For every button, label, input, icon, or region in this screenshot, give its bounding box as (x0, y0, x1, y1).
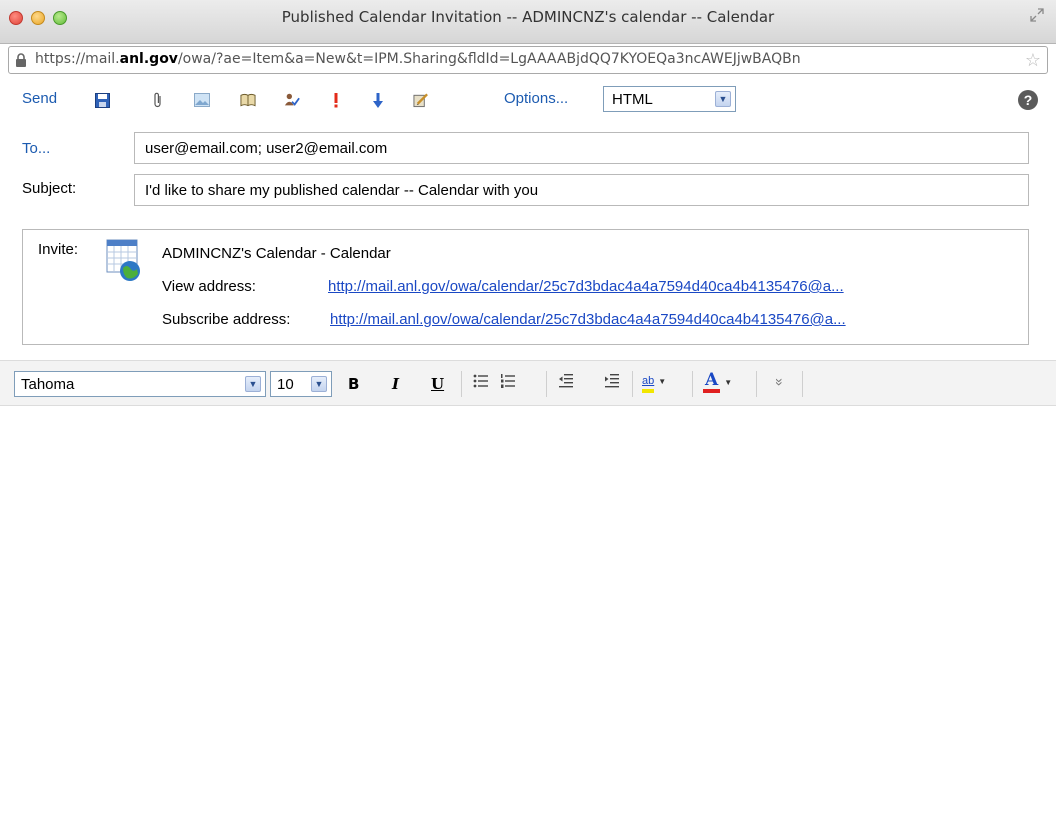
check-names-icon[interactable] (284, 92, 300, 108)
calendar-globe-icon (106, 239, 140, 281)
attach-icon[interactable] (150, 92, 166, 108)
spell-check-icon[interactable] (413, 92, 429, 108)
to-value: user@email.com; user2@email.com (145, 140, 388, 157)
italic-button[interactable]: I (392, 375, 399, 393)
url-domain: anl.gov (119, 51, 178, 67)
font-size-value: 10 (277, 376, 294, 393)
font-family-select[interactable]: Tahoma ▼ (14, 371, 266, 397)
address-bar[interactable]: https://mail.anl.gov/owa/?ae=Item&a=New&… (8, 46, 1048, 74)
increase-indent-icon[interactable] (604, 373, 620, 393)
chevron-down-icon[interactable]: ▼ (245, 376, 261, 392)
bookmark-star-icon[interactable]: ☆ (1025, 50, 1041, 70)
window-titlebar: Published Calendar Invitation -- ADMINCN… (0, 0, 1056, 44)
chevron-down-icon[interactable]: ▼ (311, 376, 327, 392)
font-color-glyph: A (703, 371, 721, 393)
toolbar-divider (756, 371, 757, 397)
send-button[interactable]: Send (22, 90, 57, 107)
sharing-invite-box: Invite: ADMINCNZ's Calendar - Calendar V… (22, 229, 1029, 345)
address-book-icon[interactable] (240, 92, 256, 108)
subscribe-address-link[interactable]: http://mail.anl.gov/owa/calendar/25c7d3b… (330, 311, 846, 328)
bullet-list-icon[interactable] (473, 373, 489, 393)
toolbar-divider (692, 371, 693, 397)
subscribe-address-label: Subscribe address: (162, 311, 291, 328)
invite-label: Invite: (38, 241, 79, 258)
highlight-glyph: ab (642, 373, 655, 393)
chevron-down-icon: ▼ (658, 377, 667, 386)
fullscreen-icon[interactable] (1030, 8, 1044, 22)
message-format-select[interactable]: HTML ▼ (603, 86, 736, 112)
save-icon[interactable] (94, 92, 110, 108)
url-prefix: https://mail. (35, 51, 120, 67)
options-button[interactable]: Options... (504, 90, 568, 107)
font-color-button[interactable]: A ▼ (703, 371, 747, 393)
view-address-label: View address: (162, 278, 256, 295)
high-importance-icon[interactable] (328, 92, 344, 108)
view-address-link[interactable]: http://mail.anl.gov/owa/calendar/25c7d3b… (328, 278, 844, 295)
highlight-color-button[interactable]: ab ▼ (642, 371, 682, 393)
numbered-list-icon[interactable] (500, 373, 516, 393)
message-format-value: HTML (612, 91, 653, 108)
window-title: Published Calendar Invitation -- ADMINCN… (281, 8, 775, 26)
toolbar-divider (546, 371, 547, 397)
font-family-value: Tahoma (21, 376, 75, 393)
underline-button[interactable]: U (431, 375, 444, 393)
formatting-toolbar: Tahoma ▼ 10 ▼ B I U ab ▼ A ▼ » (0, 360, 1056, 406)
chevron-down-icon: ▼ (724, 378, 733, 387)
to-field[interactable]: user@email.com; user2@email.com (134, 132, 1029, 164)
subject-value: I'd like to share my published calendar … (145, 182, 539, 199)
insert-image-icon[interactable] (194, 92, 210, 108)
more-options-icon[interactable]: » (772, 378, 788, 386)
calendar-name: ADMINCNZ's Calendar - Calendar (162, 245, 391, 262)
bold-button[interactable]: B (348, 375, 359, 393)
font-size-select[interactable]: 10 ▼ (270, 371, 332, 397)
chevron-down-icon[interactable]: ▼ (715, 91, 731, 107)
help-icon[interactable]: ? (1018, 90, 1038, 110)
toolbar-divider (632, 371, 633, 397)
toolbar-divider (461, 371, 462, 397)
url-path: /owa/?ae=Item&a=New&t=IPM.Sharing&fldId=… (177, 51, 801, 67)
lock-icon (16, 53, 26, 67)
to-button[interactable]: To... (22, 140, 50, 157)
compose-toolbar: Send Options... HTML ▼ ? (0, 82, 1056, 118)
toolbar-divider (802, 371, 803, 397)
decrease-indent-icon[interactable] (558, 373, 574, 393)
url-text[interactable]: https://mail.anl.gov/owa/?ae=Item&a=New&… (35, 51, 1015, 67)
message-body-editor[interactable] (0, 407, 1056, 828)
subject-label: Subject: (22, 180, 77, 197)
subject-field[interactable]: I'd like to share my published calendar … (134, 174, 1029, 206)
low-importance-icon[interactable] (370, 92, 386, 108)
